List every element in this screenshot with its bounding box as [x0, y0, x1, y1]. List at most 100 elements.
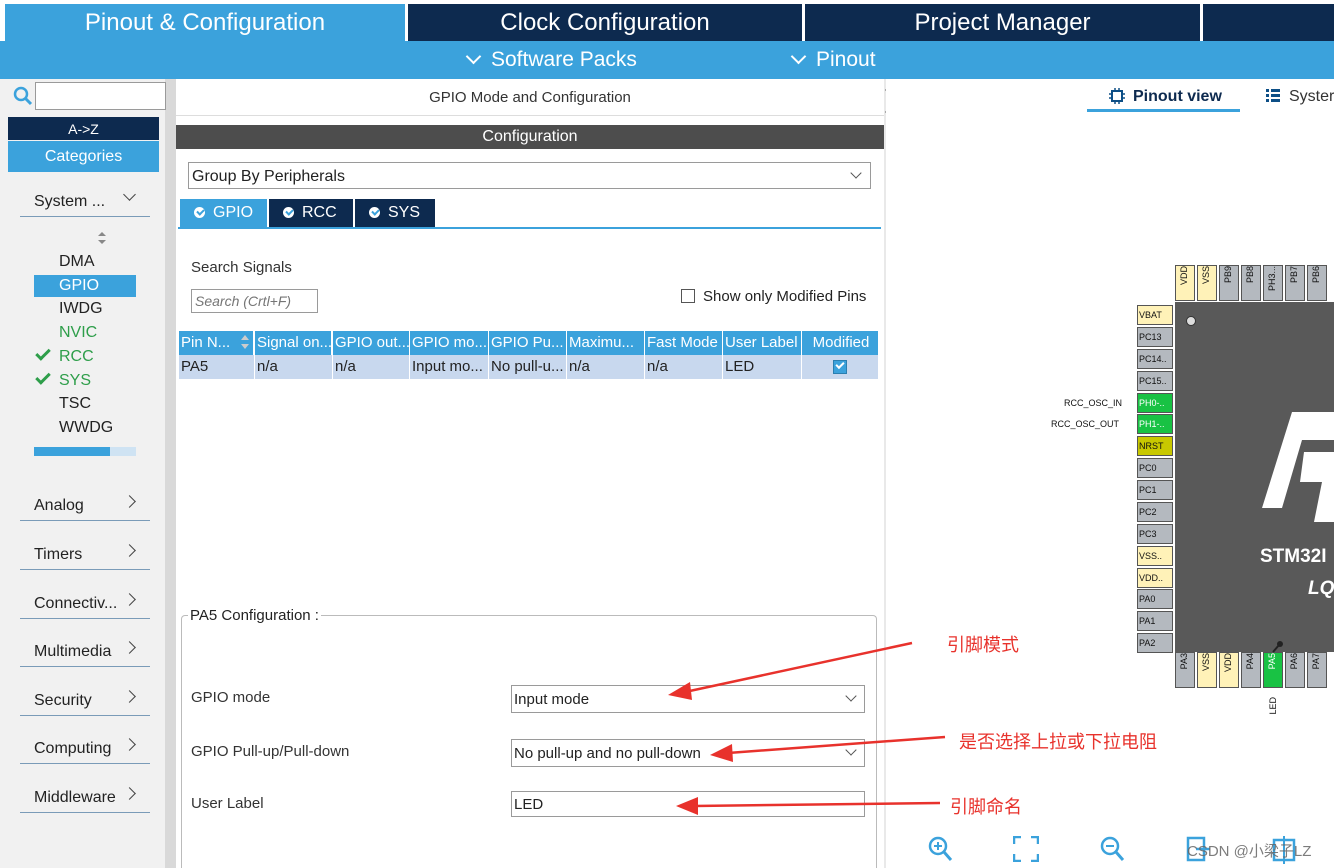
pin-pc3[interactable]: PC3: [1137, 524, 1173, 544]
table-cell[interactable]: n/a: [567, 355, 645, 379]
system-item-nvic[interactable]: NVIC: [59, 322, 97, 344]
pin-pa5[interactable]: PA5: [1263, 652, 1283, 688]
scrollbar-thumb[interactable]: [34, 447, 110, 456]
list-icon: [1266, 89, 1280, 102]
system-item-dma[interactable]: DMA: [59, 251, 95, 273]
category-security[interactable]: Security: [20, 686, 150, 716]
col-maximum[interactable]: Maximu...: [567, 331, 645, 355]
gpio-mode-select[interactable]: Input mode: [511, 685, 865, 713]
zoom-in-icon[interactable]: [927, 835, 953, 863]
col-gpio-output[interactable]: GPIO out...: [333, 331, 410, 355]
pin-pc2[interactable]: PC2: [1137, 502, 1173, 522]
pin-pa1[interactable]: PA1: [1137, 611, 1173, 631]
tab-underline: [1087, 109, 1240, 112]
menu-pinout[interactable]: Pinout: [790, 41, 876, 79]
chevron-down-icon: [123, 188, 136, 201]
col-modified[interactable]: Modified: [802, 331, 879, 355]
fit-screen-icon[interactable]: [1013, 836, 1039, 862]
pin-nrst[interactable]: NRST: [1137, 436, 1173, 456]
table-cell[interactable]: PA5: [179, 355, 255, 379]
chevron-down-icon: [790, 48, 807, 65]
pin-pc13[interactable]: PC13: [1137, 327, 1173, 347]
category-multimedia[interactable]: Multimedia: [20, 637, 150, 667]
search-signals-label: Search Signals: [191, 259, 292, 276]
table-cell[interactable]: No pull-u...: [489, 355, 567, 379]
search-signals-input[interactable]: [191, 289, 318, 313]
category-computing[interactable]: Computing: [20, 734, 150, 764]
led-pin-label: LED: [1268, 697, 1278, 715]
pin-vdd[interactable]: VDD..: [1137, 568, 1173, 588]
pin-bottom-vdd[interactable]: VDD: [1219, 652, 1239, 688]
categories-button[interactable]: Categories: [8, 141, 159, 172]
chevron-right-icon: [123, 641, 136, 654]
col-signal[interactable]: Signal on...: [255, 331, 332, 355]
sort-az-button[interactable]: A->Z: [8, 117, 159, 140]
pin-ph0[interactable]: PH0-..: [1137, 393, 1173, 413]
pin-pa2[interactable]: PA2: [1137, 633, 1173, 653]
tab-sys[interactable]: SYS: [355, 199, 435, 227]
show-modified-checkbox[interactable]: [681, 289, 695, 303]
pin-top-vss[interactable]: VSS: [1197, 265, 1217, 301]
sort-icon[interactable]: [240, 334, 250, 350]
group-by-select[interactable]: Group By Peripherals: [188, 162, 871, 189]
pin-bottom-vss[interactable]: VSS: [1197, 652, 1217, 688]
system-item-rcc[interactable]: RCC: [59, 346, 94, 368]
menu-software-packs[interactable]: Software Packs: [465, 41, 637, 79]
category-analog[interactable]: Analog: [20, 491, 150, 521]
pinout-view-tab[interactable]: Pinout view: [1133, 88, 1222, 106]
sort-icon[interactable]: [96, 231, 108, 245]
panel-divider[interactable]: [165, 79, 176, 868]
check-circle-icon: [194, 207, 205, 218]
user-label-input[interactable]: LED: [511, 791, 865, 817]
zoom-out-icon[interactable]: [1099, 835, 1125, 863]
pin-vss[interactable]: VSS..: [1137, 546, 1173, 566]
pin-pa3[interactable]: PA3: [1175, 652, 1195, 688]
col-gpio-pull[interactable]: GPIO Pu...: [489, 331, 567, 355]
pin-pa4[interactable]: PA4: [1241, 652, 1261, 688]
annotation-pin-mode: 引脚模式: [947, 635, 1019, 655]
system-item-gpio[interactable]: GPIO: [59, 275, 99, 297]
table-cell[interactable]: LED: [723, 355, 802, 379]
pin-pc15[interactable]: PC15..: [1137, 371, 1173, 391]
category-search-input[interactable]: [35, 82, 166, 110]
pin-pa0[interactable]: PA0: [1137, 589, 1173, 609]
col-fast-mode[interactable]: Fast Mode: [645, 331, 723, 355]
category-middleware[interactable]: Middleware: [20, 783, 150, 813]
pin-pa6[interactable]: PA6: [1285, 652, 1305, 688]
pin-pb9[interactable]: PB9: [1219, 265, 1239, 301]
pin-ph3[interactable]: PH3...: [1263, 265, 1283, 301]
pin-top-vdd[interactable]: VDD: [1175, 265, 1195, 301]
tab-rcc[interactable]: RCC: [269, 199, 353, 227]
system-item-sys[interactable]: SYS: [59, 370, 91, 392]
system-item-wwdg[interactable]: WWDG: [59, 417, 113, 439]
pin-pb6[interactable]: PB6: [1307, 265, 1327, 301]
table-cell[interactable]: Input mo...: [410, 355, 489, 379]
pin-pc14[interactable]: PC14..: [1137, 349, 1173, 369]
system-item-iwdg[interactable]: IWDG: [59, 298, 103, 320]
category-system[interactable]: System ...: [20, 187, 150, 217]
table-cell[interactable]: n/a: [645, 355, 723, 379]
chip-icon: [1109, 88, 1125, 104]
table-cell[interactable]: n/a: [255, 355, 333, 379]
pin-pb8[interactable]: PB8: [1241, 265, 1261, 301]
col-gpio-mode[interactable]: GPIO mo...: [410, 331, 489, 355]
pin-vbat[interactable]: VBAT: [1137, 305, 1173, 325]
pin-pa7[interactable]: PA7: [1307, 652, 1327, 688]
col-user-label[interactable]: User Label: [723, 331, 802, 355]
tab-pinout-configuration[interactable]: Pinout & Configuration: [5, 4, 405, 41]
gpio-pull-select[interactable]: No pull-up and no pull-down: [511, 739, 865, 767]
tab-gpio[interactable]: GPIO: [180, 199, 267, 227]
pin-pc0[interactable]: PC0: [1137, 458, 1173, 478]
table-cell[interactable]: n/a: [333, 355, 410, 379]
pin-pc1[interactable]: PC1: [1137, 480, 1173, 500]
pin-ph1[interactable]: PH1-..: [1137, 414, 1173, 434]
tab-project-manager[interactable]: Project Manager: [805, 4, 1200, 41]
system-item-tsc[interactable]: TSC: [59, 393, 91, 415]
pin-pb7[interactable]: PB7: [1285, 265, 1305, 301]
tab-extra[interactable]: [1203, 4, 1334, 41]
category-timers[interactable]: Timers: [20, 540, 150, 570]
tab-underline: [178, 227, 881, 229]
category-connectivity[interactable]: Connectiv...: [20, 589, 150, 619]
system-view-tab[interactable]: Syster: [1289, 88, 1334, 106]
tab-clock-configuration[interactable]: Clock Configuration: [408, 4, 802, 41]
